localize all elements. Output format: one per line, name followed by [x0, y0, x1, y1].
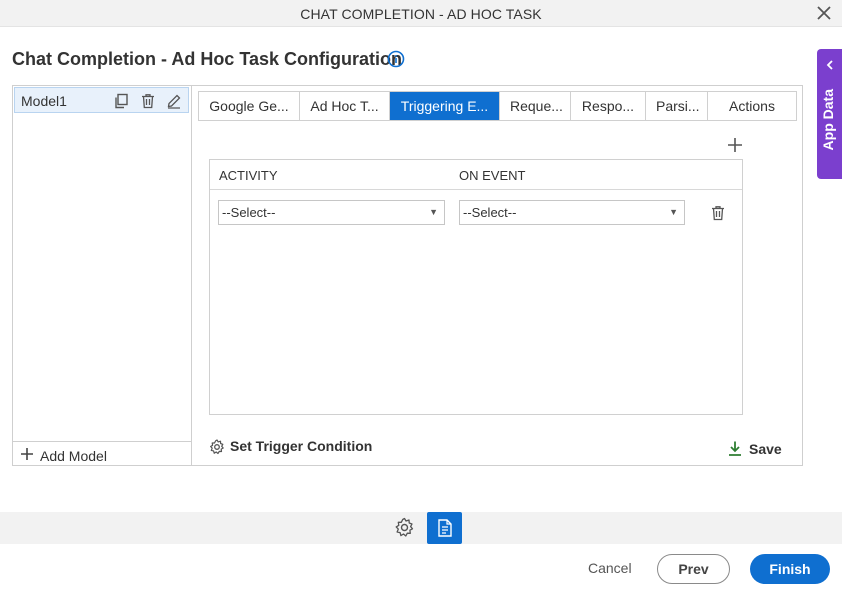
- tab-parsing[interactable]: Parsi...: [646, 92, 708, 120]
- model-name: Model1: [21, 93, 67, 109]
- document-icon: [438, 519, 452, 537]
- tab-response[interactable]: Respo...: [571, 92, 646, 120]
- column-header-on-event: ON EVENT: [459, 168, 526, 183]
- finish-button[interactable]: Finish: [750, 554, 830, 584]
- save-label: Save: [749, 441, 782, 457]
- app-data-label: App Data: [820, 89, 836, 151]
- on-event-select[interactable]: --Select-- ▼: [459, 200, 685, 225]
- add-model-button[interactable]: Add Model: [12, 441, 191, 465]
- prev-button[interactable]: Prev: [657, 554, 730, 584]
- tab-request[interactable]: Reque...: [500, 92, 571, 120]
- settings-gear-icon[interactable]: [394, 517, 415, 538]
- info-icon[interactable]: [387, 50, 405, 68]
- dropdown-arrow-icon: ▼: [429, 207, 438, 217]
- model-item[interactable]: Model1: [14, 87, 189, 113]
- plus-icon: [21, 448, 33, 460]
- edit-icon[interactable]: [166, 93, 182, 109]
- close-icon[interactable]: [816, 5, 832, 21]
- add-row-icon[interactable]: [727, 137, 743, 153]
- footer-toolbar: [0, 512, 842, 544]
- document-view-button[interactable]: [427, 512, 462, 544]
- tab-actions[interactable]: Actions: [708, 92, 796, 120]
- column-header-activity: ACTIVITY: [219, 168, 278, 183]
- trash-icon[interactable]: [140, 93, 156, 109]
- copy-icon[interactable]: [113, 93, 129, 109]
- trigger-events-grid: ACTIVITY ON EVENT: [209, 159, 743, 415]
- page-title: Chat Completion - Ad Hoc Task Configurat…: [12, 49, 402, 69]
- tab-ad-hoc-task[interactable]: Ad Hoc T...: [300, 92, 390, 120]
- grid-header: ACTIVITY ON EVENT: [210, 160, 742, 190]
- on-event-select-value: --Select--: [463, 205, 517, 220]
- app-data-panel-toggle[interactable]: App Data: [817, 49, 842, 179]
- chevron-left-icon: [826, 60, 833, 70]
- gear-icon: [210, 439, 224, 455]
- tab-bar: Google Ge... Ad Hoc T... Triggering E...…: [198, 91, 797, 121]
- delete-row-icon[interactable]: [710, 205, 726, 221]
- tab-triggering-events[interactable]: Triggering E...: [390, 92, 500, 120]
- download-icon: [729, 441, 741, 456]
- activity-select-value: --Select--: [222, 205, 276, 220]
- dropdown-arrow-icon: ▼: [669, 207, 678, 217]
- title-bar: CHAT COMPLETION - AD HOC TASK: [0, 0, 842, 27]
- add-model-label: Add Model: [40, 448, 107, 464]
- set-trigger-condition-label: Set Trigger Condition: [230, 438, 373, 454]
- cancel-button[interactable]: Cancel: [588, 560, 632, 576]
- model-list: Model1 Add Model: [12, 85, 192, 466]
- tab-google-gemini[interactable]: Google Ge...: [199, 92, 300, 120]
- activity-select[interactable]: --Select-- ▼: [218, 200, 445, 225]
- window-title: CHAT COMPLETION - AD HOC TASK: [300, 6, 542, 22]
